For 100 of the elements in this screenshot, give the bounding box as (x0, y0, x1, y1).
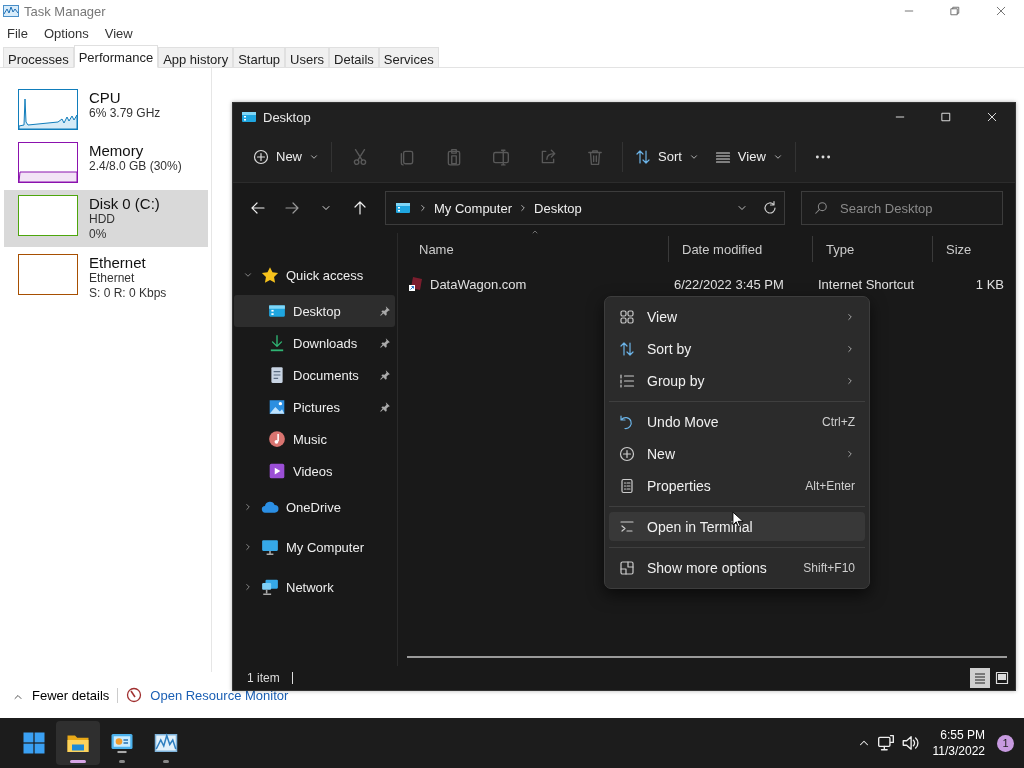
menu-item[interactable]: Properties Alt+Enter (609, 470, 865, 502)
item-count: 1 item (247, 671, 280, 685)
properties-icon (619, 478, 635, 494)
picture-icon (268, 398, 286, 416)
monitor-icon (261, 538, 279, 556)
sort-icon (619, 341, 635, 357)
column-header[interactable]: Type (826, 241, 855, 257)
menu-item[interactable]: View (104, 25, 133, 41)
desktop-icon (241, 109, 257, 125)
address-bar[interactable]: My Computer Desktop (385, 191, 785, 225)
resource-detail: Ethernet (89, 271, 136, 286)
grid-icon (619, 309, 635, 325)
restore-icon[interactable] (949, 5, 961, 17)
resource-monitor-link[interactable]: Open Resource Monitor (150, 688, 289, 703)
resource-item[interactable]: Ethernet Ethernet S: 0 R: 0 Kbps (4, 249, 208, 306)
desktop-icon (268, 302, 286, 320)
sort-button[interactable]: Sort (627, 140, 707, 173)
menu-item[interactable]: Sort by (609, 333, 865, 365)
menu-item[interactable]: File (7, 25, 28, 41)
gauge-icon (126, 687, 143, 703)
fewer-details-link[interactable]: Fewer details (32, 688, 110, 703)
column-header[interactable]: Date modified (682, 241, 763, 257)
nav-item[interactable]: Pictures (234, 391, 395, 423)
breadcrumb[interactable]: My Computer (434, 200, 513, 216)
menu-item[interactable]: Options (43, 25, 89, 41)
tab[interactable]: Startup (233, 47, 286, 68)
resource-item[interactable]: Disk 0 (C:) HDD 0% (4, 190, 208, 247)
nav-item[interactable]: Music (234, 423, 395, 455)
resource-detail: 0% (89, 227, 108, 242)
column-header[interactable]: Name (419, 241, 454, 257)
resource-item[interactable]: CPU 6% 3.79 GHz (4, 84, 208, 135)
scrollbar[interactable] (407, 656, 1007, 658)
search-box[interactable]: Search Desktop (801, 191, 1003, 225)
network-icon[interactable] (876, 734, 895, 752)
refresh-icon[interactable] (762, 200, 778, 216)
nav-item[interactable]: Documents (234, 359, 395, 391)
nav-item[interactable]: Desktop (234, 295, 395, 327)
plus-icon (253, 148, 269, 165)
desktop-icon (394, 200, 412, 216)
file-name[interactable]: DataWagon.com (430, 276, 527, 292)
resource-detail: 6% 3.79 GHz (89, 106, 161, 121)
preview-icon (994, 670, 1010, 686)
up-arrow-icon[interactable] (352, 200, 368, 216)
chart-icon (3, 3, 19, 19)
tab[interactable]: Users (285, 47, 330, 68)
resource-detail: 2.4/8.0 GB (30%) (89, 159, 182, 174)
collapse-icon[interactable] (243, 270, 253, 280)
tab[interactable]: Processes (3, 47, 74, 68)
plus-icon (619, 446, 635, 462)
resource-name: Ethernet (89, 254, 147, 271)
video-icon (268, 462, 286, 480)
menu-item[interactable]: Show more options Shift+F10 (609, 552, 865, 584)
expand-icon[interactable] (243, 542, 253, 552)
nav-item[interactable]: My Computer (234, 527, 395, 567)
maximize-icon[interactable] (940, 111, 952, 123)
monitor-icon (110, 731, 134, 755)
expand-icon[interactable] (243, 502, 253, 512)
nav-item[interactable]: OneDrive (234, 487, 395, 527)
table-cell-text: 6/22/2022 3:45 PM (673, 276, 785, 292)
nav-item[interactable]: Downloads (234, 327, 395, 359)
windows-logo-icon (22, 731, 46, 755)
tab[interactable]: Details (329, 47, 379, 68)
forward-icon[interactable] (284, 200, 300, 216)
taskbar-button[interactable] (56, 721, 100, 765)
resource-name: Disk 0 (C:) (89, 195, 160, 212)
nav-item[interactable]: Videos (234, 455, 395, 487)
view-button[interactable]: View (706, 140, 791, 173)
expand-icon[interactable] (243, 582, 253, 592)
menu-item[interactable]: Open in Terminal (609, 512, 865, 541)
running-indicator (119, 760, 125, 763)
running-indicator (70, 760, 86, 763)
chevron-icon (418, 203, 428, 213)
menu-item[interactable]: New (609, 438, 865, 470)
tab[interactable]: Services (378, 47, 439, 68)
tab[interactable]: App history (158, 47, 234, 68)
music-icon (268, 430, 286, 448)
running-indicator (163, 760, 169, 763)
network-icon (261, 578, 279, 596)
clock-date[interactable]: 11/3/2022 (932, 743, 985, 759)
terminal-icon (619, 518, 635, 535)
table-cell-text: Internet Shortcut (817, 276, 916, 292)
resource-item[interactable]: Memory 2.4/8.0 GB (30%) (4, 137, 208, 188)
star-icon (261, 266, 279, 284)
table-cell-text: 1 KB (974, 276, 1005, 292)
nav-item[interactable]: Network (234, 567, 395, 607)
clock-time[interactable]: 6:55 PM (940, 727, 985, 743)
list-icon (972, 670, 988, 686)
notification-badge[interactable]: 1 (997, 734, 1014, 752)
volume-icon[interactable] (900, 734, 919, 752)
tab[interactable]: Performance (73, 45, 159, 68)
column-header[interactable]: Size (946, 241, 972, 257)
chart-icon (154, 731, 178, 755)
breadcrumb[interactable]: Desktop (534, 200, 582, 216)
menu-item[interactable]: Group by (609, 365, 865, 397)
menu-item[interactable]: Undo Move Ctrl+Z (609, 406, 865, 438)
search-field[interactable]: Search Desktop (838, 199, 988, 217)
back-icon[interactable] (250, 200, 266, 216)
new-button[interactable]: New (245, 140, 327, 173)
nav-item[interactable]: Quick access (234, 255, 395, 295)
menu-item[interactable]: View (609, 301, 865, 333)
